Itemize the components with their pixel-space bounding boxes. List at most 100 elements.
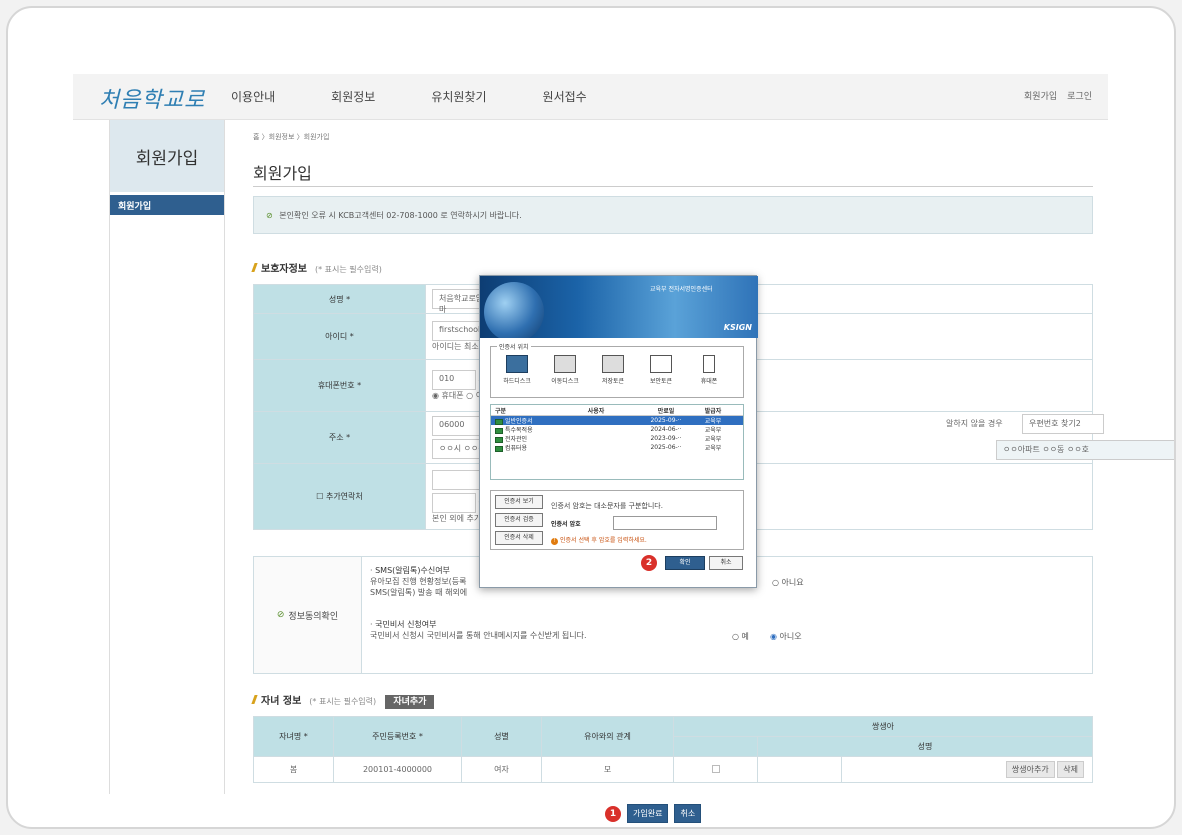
page-title: 회원가입: [253, 164, 312, 183]
col-gender: 성별: [461, 716, 542, 757]
nav-item-application[interactable]: 원서접수: [543, 88, 587, 105]
warning-icon: !: [551, 538, 558, 545]
password-hint: 인증서 암호는 대소문자를 구분합니다.: [551, 502, 663, 510]
signup-link[interactable]: 회원가입: [1024, 89, 1057, 102]
usb-icon: [554, 355, 576, 373]
zip-search2-button[interactable]: 우편번호 찾기2: [1022, 414, 1104, 434]
add-twin-button[interactable]: 쌍생아추가: [1005, 761, 1055, 778]
section-bar-icon: [251, 263, 258, 272]
phone-label: 휴대폰번호 *: [253, 359, 426, 412]
screenshot-frame: 처음학교로 이용안내 회원정보 유치원찾기 원서접수 회원가입 로그인 회원가입…: [6, 6, 1176, 829]
check-circle-icon: ⊘: [276, 610, 285, 620]
mobile-phone-icon: [703, 355, 715, 373]
location-storage-token[interactable]: 저장토큰: [593, 355, 633, 385]
storage-token-icon: [602, 355, 624, 373]
gov-secretary-section: · 국민비서 신청여부 국민비서 신청시 국민비서를 통해 안내메시지를 수신받…: [370, 620, 587, 640]
extra-contact-label: ☐ 추가연락처: [253, 463, 426, 530]
sms-section: · SMS(알림톡)수신여부 유아모집 진행 현황정보(등록 SMS(알림톡) …: [370, 566, 468, 597]
col-rrn: 주민등록번호 *: [333, 716, 462, 757]
check-circle-icon: ⊘: [266, 211, 273, 220]
sidebar: 회원가입 회원가입: [109, 120, 225, 794]
cert-list: 구분 사용자 만료일 발급자 일반인증서 2025-09-·· 교육부 특수목적…: [490, 404, 744, 480]
certificate-icon: [495, 418, 503, 425]
section-bar-icon: [251, 695, 258, 704]
top-links: 회원가입 로그인: [1024, 89, 1092, 102]
main-nav: 이용안내 회원정보 유치원찾기 원서접수: [231, 88, 587, 105]
signup-cancel-button[interactable]: 취소: [674, 804, 702, 823]
verify-cert-button[interactable]: 인증서 검증: [495, 513, 543, 527]
col-child-name: 자녀명 *: [253, 716, 334, 757]
globe-icon: [484, 282, 544, 338]
dialog-ok-button[interactable]: 확인: [665, 556, 705, 570]
nav-item-member[interactable]: 회원정보: [331, 88, 375, 105]
add-child-button[interactable]: 자녀추가: [385, 695, 435, 709]
col-relation: 유아와의 관계: [541, 716, 674, 757]
address-label: 주소 *: [253, 411, 426, 464]
twin-checkbox[interactable]: [711, 764, 720, 773]
hard-disk-icon: [506, 355, 528, 373]
cert-password-area: 인증서 보기 인증서 검증 인증서 삭제 인증서 암호는 대소문자를 구분합니다…: [490, 490, 744, 550]
cert-row[interactable]: 전자관인 2023-09-·· 교육부: [491, 434, 743, 443]
delete-child-button[interactable]: 삭제: [1057, 761, 1084, 778]
phone-radio-mobile[interactable]: ◉ 휴대폰: [432, 391, 464, 400]
dialog-brand: KSIGN: [723, 323, 752, 332]
guardian-section-title: 보호자정보 (* 표시는 필수입력): [251, 260, 382, 275]
location-legend: 인증서 위치: [497, 342, 531, 351]
cell-gender: 여자: [461, 756, 542, 783]
cert-row[interactable]: 특수목적용 2024-06-·· 교육부: [491, 425, 743, 434]
dialog-banner: 교육부 전자서명인증센터 KSIGN: [480, 276, 758, 338]
cert-list-header: 구분 사용자 만료일 발급자: [491, 405, 743, 416]
cell-rrn: 200101-4000000: [333, 756, 462, 783]
address-note: 알하지 않을 경우: [946, 419, 1003, 428]
security-token-icon: [650, 355, 672, 373]
step-badge-1: 1: [605, 805, 621, 822]
phone-prefix-field[interactable]: 010: [432, 370, 476, 390]
consent-label: ⊘ 정보동의확인: [254, 557, 362, 673]
certificate-icon: [495, 436, 503, 443]
site-logo[interactable]: 처음학교로: [99, 82, 205, 114]
gov-radio-no[interactable]: ◉ 아니오: [770, 631, 802, 642]
required-note: (* 표시는 필수입력): [315, 265, 382, 274]
col-twin: 쌍생아: [673, 716, 1093, 737]
nav-item-guide[interactable]: 이용안내: [231, 88, 275, 105]
location-mobile[interactable]: 휴대폰: [689, 355, 729, 385]
cert-location-box: 인증서 위치 하드디스크 이동디스크 저장토큰 보안토큰 휴대폰: [490, 342, 744, 398]
notice-text: 본인확인 오류 시 KCB고객센터 02-708-1000 로 연락하시기 바랍…: [279, 211, 522, 220]
notice-box: ⊘ 본인확인 오류 시 KCB고객센터 02-708-1000 로 연락하시기 …: [253, 196, 1093, 234]
certificate-icon: [495, 427, 503, 434]
password-label: 인증서 암호: [551, 521, 581, 528]
nav-item-find-kindergarten[interactable]: 유치원찾기: [431, 88, 486, 105]
view-cert-button[interactable]: 인증서 보기: [495, 495, 543, 509]
location-removable-disk[interactable]: 이동디스크: [545, 355, 585, 385]
cell-relation: 모: [541, 756, 674, 783]
delete-cert-button[interactable]: 인증서 삭제: [495, 531, 543, 545]
dialog-cancel-button[interactable]: 취소: [709, 556, 743, 570]
location-hard-disk[interactable]: 하드디스크: [497, 355, 537, 385]
login-link[interactable]: 로그인: [1067, 89, 1092, 102]
cert-password-input[interactable]: [613, 516, 717, 530]
title-divider: [253, 186, 1093, 187]
sms-radio-no[interactable]: ○ 아니요: [772, 577, 804, 588]
signup-complete-button[interactable]: 가입완료: [627, 804, 669, 823]
children-table: 자녀명 * 주민등록번호 * 성별 유아와의 관계 쌍생아 성명 봄 20010…: [253, 716, 1093, 783]
cell-child-name: 봄: [253, 756, 334, 783]
required-note: (* 표시는 필수입력): [309, 697, 377, 706]
cert-row[interactable]: 일반인증서 2025-09-·· 교육부: [491, 416, 743, 425]
certificate-icon: [495, 445, 503, 452]
cert-row[interactable]: 컴퓨터용 2025-06-·· 교육부: [491, 443, 743, 452]
gov-radio-yes[interactable]: ○ 예: [732, 631, 749, 642]
detail-address-field[interactable]: ㅇㅇ아파트 ㅇㅇ동 ㅇㅇ호: [996, 440, 1174, 460]
extra-contact-field2[interactable]: [432, 492, 476, 513]
children-section-title: 자녀 정보 (* 표시는 필수입력) 자녀추가: [251, 692, 435, 709]
id-label: 아이디 *: [253, 313, 426, 360]
step-badge-2: 2: [641, 555, 657, 571]
sidebar-item-signup[interactable]: 회원가입: [110, 195, 224, 215]
name-label: 성명 *: [253, 284, 426, 314]
certificate-dialog: 교육부 전자서명인증센터 KSIGN 인증서 위치 하드디스크 이동디스크 저장…: [479, 275, 758, 588]
password-warning: ! 인증서 선택 후 암호를 입력하세요.: [551, 535, 647, 545]
site-header: 처음학교로 이용안내 회원정보 유치원찾기 원서접수 회원가입 로그인: [73, 74, 1108, 120]
location-security-token[interactable]: 보안토큰: [641, 355, 681, 385]
col-twin-name: 성명: [757, 736, 1093, 757]
sidebar-title: 회원가입: [110, 120, 224, 192]
breadcrumb: 홈 〉회원정보 〉회원가입: [253, 133, 330, 141]
